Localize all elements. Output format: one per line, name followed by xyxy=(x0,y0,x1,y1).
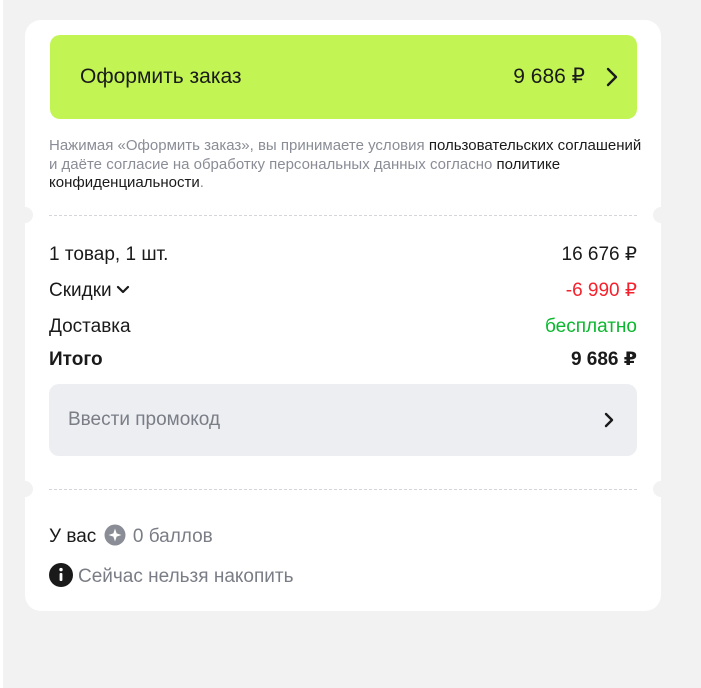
checkout-button[interactable]: Оформить заказ 9 686 ₽ xyxy=(50,35,637,119)
terms-text-3: . xyxy=(199,174,204,191)
ticket-notch-right-top xyxy=(653,207,669,223)
divider-bottom xyxy=(49,489,637,490)
checkout-button-label: Оформить заказ xyxy=(80,65,242,88)
loyalty-points: У вас 0 баллов xyxy=(49,524,213,550)
chevron-right-icon xyxy=(606,67,618,87)
delivery-label: Доставка xyxy=(49,316,131,337)
discount-row: Скидки -6 990 ₽ xyxy=(49,279,637,303)
left-panel-edge xyxy=(0,0,3,688)
items-row: 1 товар, 1 шт. 16 676 ₽ xyxy=(49,243,637,267)
terms-text-2: и даёте согласие на обработку персональн… xyxy=(49,155,497,173)
ticket-notch-left-top xyxy=(17,207,33,223)
accrual-text: Сейчас нельзя накопить xyxy=(78,566,294,587)
order-summary-card: Оформить заказ 9 686 ₽ Нажимая «Оформить… xyxy=(17,20,669,611)
points-prefix: У вас xyxy=(49,526,97,547)
items-value: 16 676 ₽ xyxy=(561,244,637,265)
delivery-value: бесплатно xyxy=(544,316,637,337)
user-agreements-link[interactable]: пользовательских соглашений xyxy=(429,137,641,154)
info-icon xyxy=(49,563,73,587)
terms-notice: Нажимая «Оформить заказ», вы принимаете … xyxy=(49,137,649,193)
total-value: 9 686 ₽ xyxy=(570,349,637,370)
points-coin-icon xyxy=(104,524,126,546)
items-label: 1 товар, 1 шт. xyxy=(49,244,169,265)
discount-value: -6 990 ₽ xyxy=(565,280,637,301)
ticket-notch-left-bottom xyxy=(17,481,33,497)
ticket-notch-right-bottom xyxy=(653,481,669,497)
discount-label: Скидки xyxy=(49,280,112,301)
terms-text-1: Нажимая «Оформить заказ», вы принимаете … xyxy=(49,137,429,154)
chevron-right-icon xyxy=(604,412,614,428)
accrual-notice: Сейчас нельзя накопить xyxy=(49,563,294,589)
promo-code-button[interactable]: Ввести промокод xyxy=(49,384,637,456)
chevron-down-icon xyxy=(116,285,129,294)
divider-top xyxy=(49,215,637,216)
promo-code-label: Ввести промокод xyxy=(68,409,221,430)
points-value: 0 баллов xyxy=(132,526,213,547)
total-label: Итого xyxy=(49,349,103,370)
discount-toggle[interactable]: Скидки xyxy=(49,279,130,303)
checkout-button-price: 9 686 ₽ xyxy=(513,65,585,88)
delivery-row: Доставка бесплатно xyxy=(49,315,637,339)
total-row: Итого 9 686 ₽ xyxy=(49,348,637,372)
